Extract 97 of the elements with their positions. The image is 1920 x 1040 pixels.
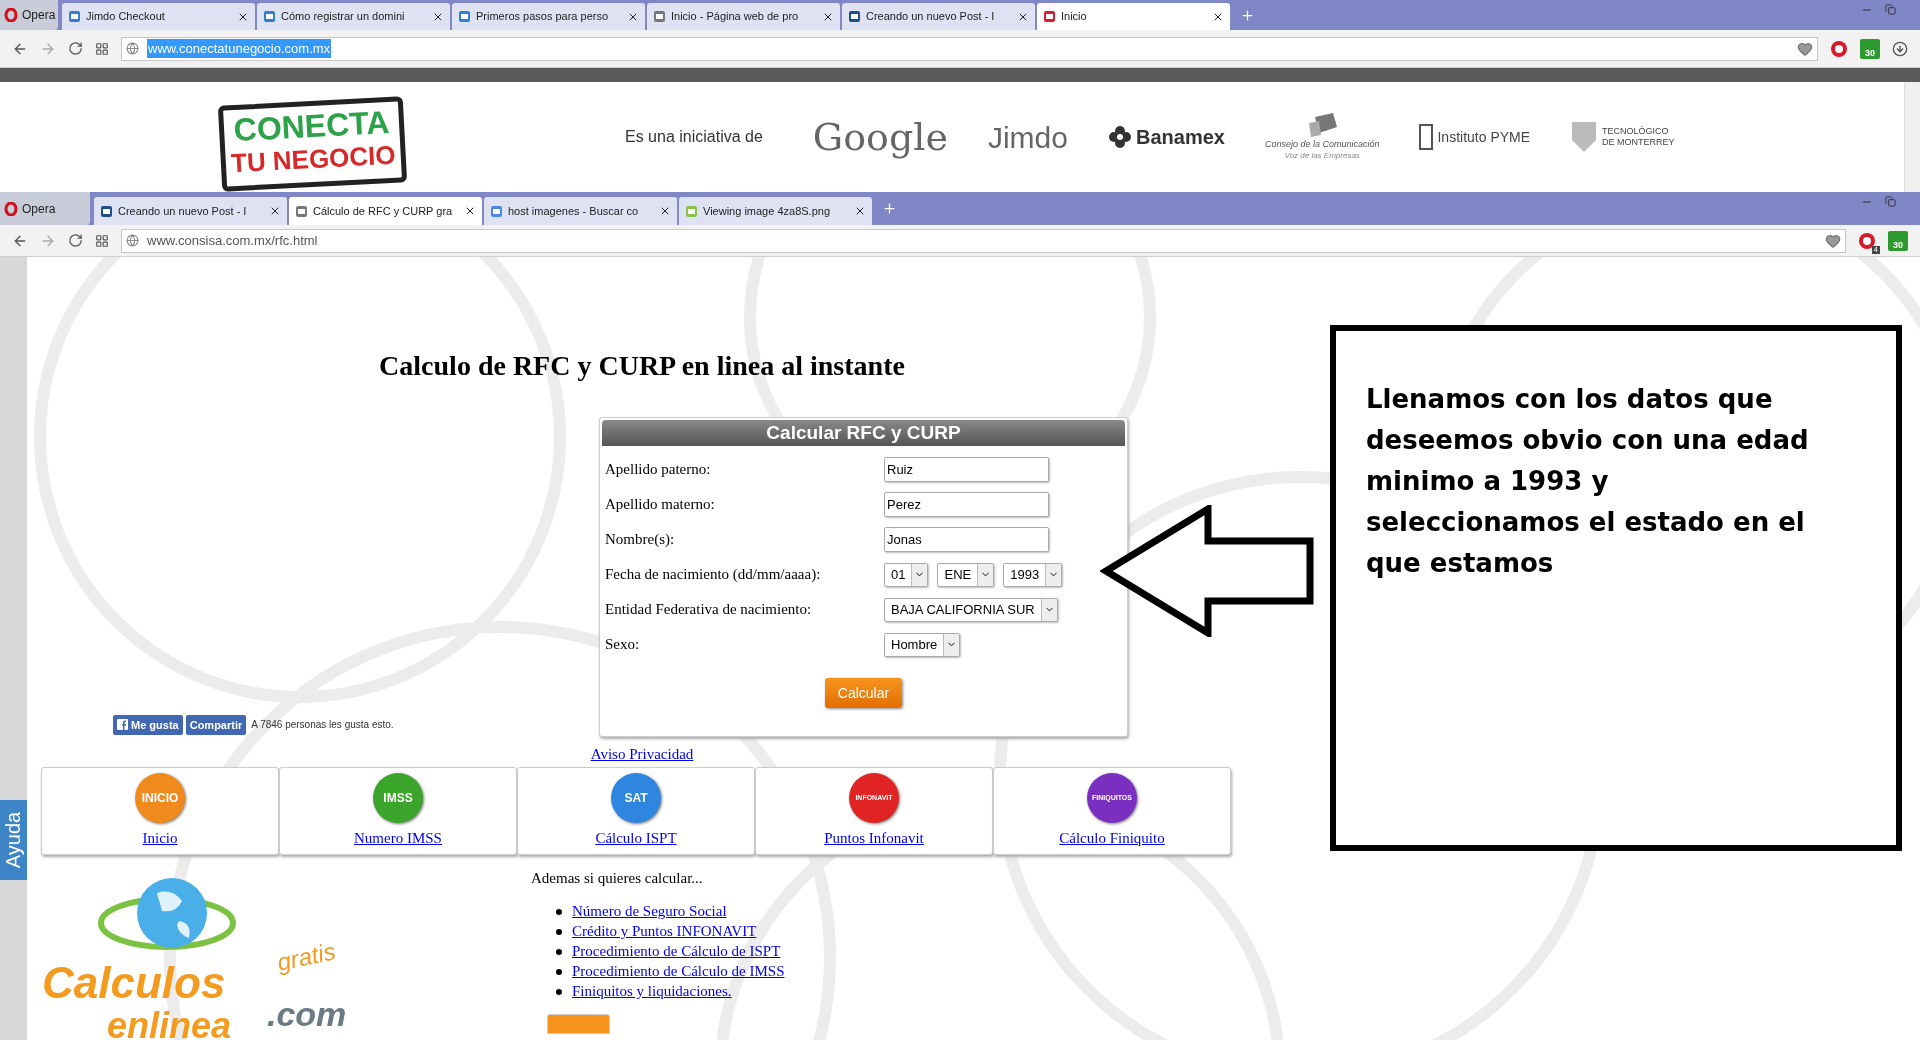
field-label: Fecha de nacimiento (dd/mm/aaaa): [604, 565, 822, 585]
text-field[interactable]: Perez [884, 492, 1049, 517]
more-intro: Ademas si quieres calcular... [531, 869, 704, 888]
scrollbar[interactable] [1904, 82, 1920, 192]
partner-logo: Jimdo [987, 119, 1068, 156]
service-link[interactable]: Puntos Infonavit [824, 826, 924, 850]
calculation-link[interactable]: Finiquitos y liquidaciones. [572, 980, 732, 1003]
browser-tab[interactable]: Cómo registrar un domini [257, 3, 450, 30]
partner-logo: Instituto PYME [1437, 127, 1531, 147]
dropdown[interactable]: 1993 [1003, 562, 1063, 587]
partner-logo: Google [812, 113, 948, 161]
reload-icon[interactable] [68, 233, 83, 248]
service-link[interactable]: Cálculo ISPT [595, 826, 677, 850]
bullet-icon [556, 988, 562, 995]
like-count: A 7846 personas les gusta esto. [251, 718, 394, 733]
opera-logo-icon [4, 201, 18, 216]
globe-icon [126, 42, 139, 55]
notification-count: 4 [1871, 245, 1880, 254]
url-text: www.consisa.com.mx/rfc.html [147, 231, 318, 250]
opera-logo-icon [4, 8, 18, 22]
browser-tab[interactable]: Primeros pasos para perso [452, 3, 645, 30]
field-label: Sexo: [604, 635, 641, 655]
close-icon[interactable] [854, 205, 866, 217]
service-badge: IMSS [373, 772, 423, 823]
download-icon[interactable] [1892, 40, 1908, 57]
browser-tab[interactable]: Inicio - Página web de pro [647, 3, 840, 30]
partner-tagline: Voz de las Empresas [1284, 150, 1360, 161]
close-icon[interactable] [659, 205, 671, 217]
browser-tab[interactable]: host imagenes - Buscar co [484, 197, 677, 225]
logo-text: enlinea [107, 1008, 232, 1040]
url-text: www.conectatunegocio.com.mx [147, 38, 332, 59]
dropdown[interactable]: ENE [937, 562, 995, 587]
browser-tab[interactable]: Jimdo Checkout [62, 3, 255, 30]
heart-icon[interactable] [1797, 40, 1813, 57]
calculation-link[interactable]: Crédito y Puntos INFONAVIT [572, 920, 757, 943]
text-field[interactable]: Ruiz [884, 457, 1049, 482]
speed-dial-icon[interactable] [95, 41, 109, 56]
service-badge: INICIO [135, 772, 185, 823]
page-title: Calculo de RFC y CURP en linea al instante [378, 349, 906, 383]
speed-dial-icon[interactable] [95, 233, 109, 248]
restore-icon[interactable] [1885, 196, 1896, 207]
heart-icon[interactable] [1825, 232, 1841, 249]
opera-menu-button[interactable]: Opera [0, 192, 90, 225]
building-icon [1419, 124, 1434, 150]
browser-tab[interactable]: Inicio [1037, 3, 1230, 30]
bullet-icon [556, 928, 562, 935]
close-icon[interactable] [464, 205, 476, 217]
browser-tab[interactable]: Cálculo de RFC y CURP gra [289, 197, 482, 225]
stop-sign-icon[interactable] [1858, 231, 1876, 250]
address-bar[interactable]: www.consisa.com.mx/rfc.html [121, 228, 1846, 253]
logo-text: .com [267, 997, 347, 1031]
restore-icon[interactable] [1885, 4, 1896, 15]
field-label: Apellido paterno: [604, 460, 712, 480]
logo-text: gratis [275, 939, 338, 975]
new-tab-icon[interactable] [1240, 7, 1255, 23]
bullet-icon [556, 948, 562, 955]
browser-tab[interactable]: Creando un nuevo Post - I [842, 3, 1035, 30]
dropdown[interactable]: BAJA CALIFORNIA SUR [884, 597, 1058, 622]
dropdown[interactable]: 01 [884, 562, 929, 587]
stop-sign-icon[interactable] [1830, 39, 1848, 58]
calculation-link[interactable]: Número de Seguro Social [572, 900, 727, 923]
form-header: Calcular RFC y CURP [602, 420, 1125, 446]
globe-icon [126, 234, 139, 247]
logo-text: Calculos [42, 961, 226, 1005]
bullet-icon [556, 908, 562, 915]
field-label: Entidad Federativa de nacimiento: [604, 600, 813, 620]
facebook-icon [117, 719, 128, 731]
field-label: Nombre(s): [604, 530, 676, 550]
new-tab-icon[interactable] [882, 201, 897, 216]
dropdown[interactable]: Hombre [884, 632, 961, 657]
service-link[interactable]: Cálculo Finiquito [1059, 826, 1165, 850]
opera-menu-button[interactable]: Opera [0, 0, 58, 30]
extension-icon[interactable]: 30 [1888, 230, 1908, 251]
calculation-link[interactable]: Procedimiento de Cálculo de ISPT [572, 940, 781, 963]
annotation-text: Llenamos con los datos que deseemos obvio con una edad minimo a 1993 y seleccionamos el estado en el que estamos [1366, 383, 1810, 580]
like-button[interactable]: Me gusta [113, 714, 183, 735]
tagline: Es una iniciativa de [625, 127, 763, 147]
service-link[interactable]: Numero IMSS [354, 826, 442, 850]
bullet-icon [556, 968, 562, 975]
service-link[interactable]: Inicio [142, 826, 178, 850]
partner-logo: Consejo de la Comunicación [1264, 139, 1380, 151]
partner-logo: TECNOLÓGICO DE MONTERREY [1602, 125, 1676, 149]
flower-icon [1107, 125, 1132, 149]
browser-tab[interactable]: Viewing image 4za8S.png [679, 197, 872, 225]
help-tab[interactable]: Ayuda [0, 800, 27, 880]
text-field[interactable]: Jonas [884, 527, 1049, 552]
emblem-icon [1570, 120, 1599, 154]
browser-tab[interactable]: Creando un nuevo Post - I [94, 197, 287, 225]
close-icon[interactable] [269, 205, 281, 217]
service-badge: SAT [611, 772, 661, 823]
reload-icon[interactable] [68, 41, 83, 56]
share-button[interactable]: Compartir [185, 714, 247, 735]
field-label: Apellido materno: [604, 495, 716, 515]
extension-icon[interactable]: 30 [1860, 38, 1880, 59]
partner-logo: Banamex [1135, 125, 1225, 150]
privacy-link[interactable]: Aviso Privacidad [590, 746, 694, 762]
calculation-link[interactable]: Procedimiento de Cálculo de IMSS [572, 960, 785, 983]
